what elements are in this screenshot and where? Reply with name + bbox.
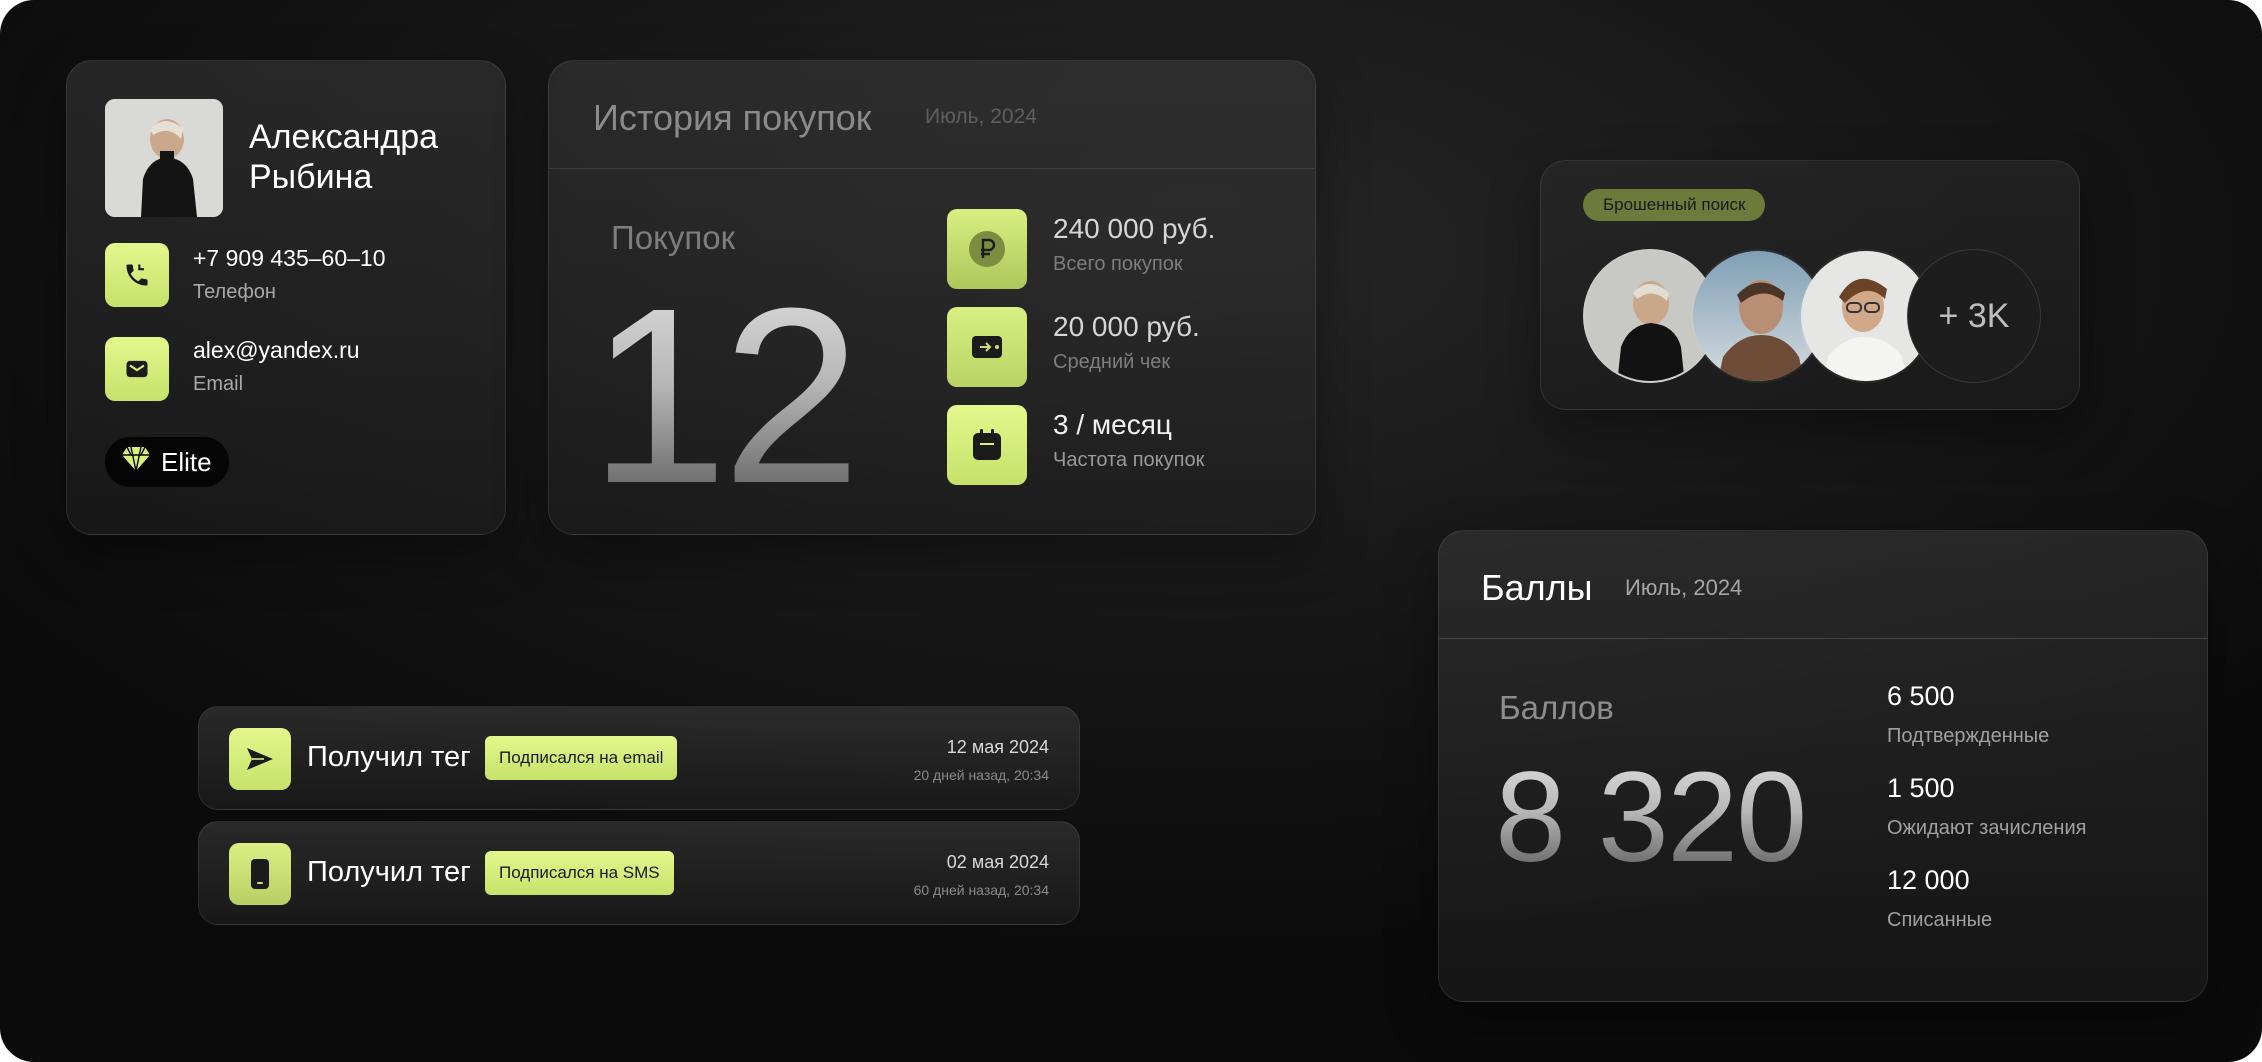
profile-first-name: Александра [249, 118, 439, 156]
ruble-icon [947, 209, 1027, 289]
mobile-icon [229, 843, 291, 905]
abandoned-search-card[interactable]: Брошенный поиск + 3K [1540, 160, 2080, 410]
points-confirmed-value: 6 500 [1887, 681, 1955, 711]
purchases-title: История покупок [593, 97, 872, 138]
purchase-history-card: История покупок Июль, 2024 Покупок 12 24… [548, 60, 1316, 535]
tag-chip-email[interactable]: Подписался на email [485, 736, 678, 780]
profile-avatar [105, 99, 223, 217]
phone-icon[interactable] [105, 243, 169, 307]
points-spent-label: Списанные [1887, 909, 1993, 931]
send-icon [229, 728, 291, 790]
tag-event-date: 02 мая 2024 [946, 852, 1049, 872]
elite-badge-label: Elite [161, 446, 212, 477]
tag-event-row[interactable]: Получил тег Подписался на SMS 02 мая 202… [198, 821, 1080, 925]
mail-icon[interactable] [105, 337, 169, 401]
points-spent-value: 12 000 [1887, 865, 1970, 895]
abandoned-more-label: + 3K [1938, 296, 2010, 335]
stat-average-label: Средний чек [1053, 351, 1171, 373]
points-card: Баллы Июль, 2024 Баллов 8 320 6 500 Подт… [1438, 530, 2208, 1002]
email-value[interactable]: alex@yandex.ru [193, 337, 360, 364]
tag-event-ago: 20 дней назад, 20:34 [913, 767, 1049, 783]
stat-average-value: 20 000 руб. [1053, 311, 1200, 342]
purchases-count: 12 [589, 256, 861, 535]
phone-label: Телефон [193, 281, 276, 303]
points-divider [1439, 638, 2207, 639]
abandoned-search-chip: Брошенный поиск [1583, 189, 1766, 221]
purchases-divider [549, 168, 1315, 169]
calendar-icon [947, 405, 1027, 485]
points-pending-label: Ожидают зачисления [1887, 817, 2087, 839]
profile-card: Александра Рыбина +7 909 435–60–10 Телеф… [66, 60, 506, 535]
tag-chip-sms[interactable]: Подписался на SMS [485, 851, 674, 895]
wallet-icon [947, 307, 1027, 387]
stat-total-label: Всего покупок [1053, 253, 1183, 275]
elite-badge: Elite [105, 437, 229, 487]
tag-event-title: Получил тег [307, 741, 471, 773]
points-confirmed-label: Подтвержденные [1887, 725, 2050, 747]
phone-value[interactable]: +7 909 435–60–10 [193, 245, 386, 272]
points-pending-value: 1 500 [1887, 773, 1955, 803]
tag-event-title: Получил тег [307, 856, 471, 888]
diamond-icon [121, 446, 151, 479]
points-title: Баллы [1481, 567, 1593, 608]
points-total-label: Баллов [1499, 689, 1614, 726]
stat-frequency-label: Частота покупок [1053, 449, 1205, 471]
email-label: Email [193, 373, 244, 395]
purchases-period: Июль, 2024 [925, 105, 1037, 128]
abandoned-more-count[interactable]: + 3K [1907, 249, 2041, 383]
stat-total-value: 240 000 руб. [1053, 213, 1216, 244]
dashboard-canvas: Александра Рыбина +7 909 435–60–10 Телеф… [0, 0, 2262, 1062]
tag-event-ago: 60 дней назад, 20:34 [913, 882, 1049, 898]
stat-frequency-value: 3 / месяц [1053, 409, 1172, 440]
tag-event-date: 12 мая 2024 [946, 737, 1049, 757]
profile-last-name: Рыбина [249, 158, 373, 196]
purchases-count-label: Покупок [611, 219, 736, 256]
tag-event-row[interactable]: Получил тег Подписался на email 12 мая 2… [198, 706, 1080, 810]
points-period: Июль, 2024 [1625, 575, 1743, 600]
points-total: 8 320 [1495, 746, 1807, 889]
